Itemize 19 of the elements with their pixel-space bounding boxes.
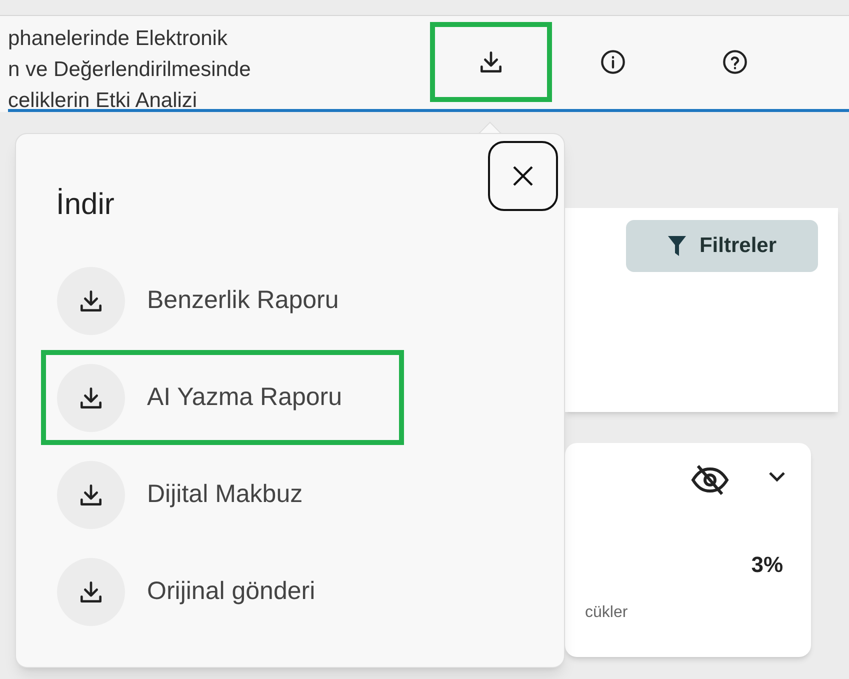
eye-off-icon	[690, 463, 730, 497]
download-menu-item[interactable]: Benzerlik Raporu	[41, 253, 404, 348]
document-title-line: celiklerin Etki Analizi	[8, 88, 198, 112]
help-icon	[722, 49, 748, 75]
close-icon	[511, 164, 535, 188]
filter-icon	[667, 235, 688, 257]
popover-title: İndir	[56, 188, 114, 221]
card-caption: cükler	[585, 603, 628, 623]
download-menu-item[interactable]: Orijinal gönderi	[41, 544, 404, 639]
info-icon	[600, 49, 626, 75]
download-menu-item[interactable]: Dijital Makbuz	[41, 447, 404, 542]
download-button[interactable]	[430, 22, 552, 102]
document-title-line: n ve Değerlendirilmesinde	[8, 57, 252, 83]
document-title-line: phanelerinde Elektronik	[8, 26, 228, 52]
download-menu-item[interactable]: AI Yazma Raporu	[41, 350, 404, 445]
chevron-down-icon[interactable]	[768, 471, 786, 483]
percentage-value: 3%	[751, 551, 783, 579]
close-button[interactable]	[488, 141, 558, 211]
filters-button[interactable]: Filtreler	[626, 220, 818, 272]
